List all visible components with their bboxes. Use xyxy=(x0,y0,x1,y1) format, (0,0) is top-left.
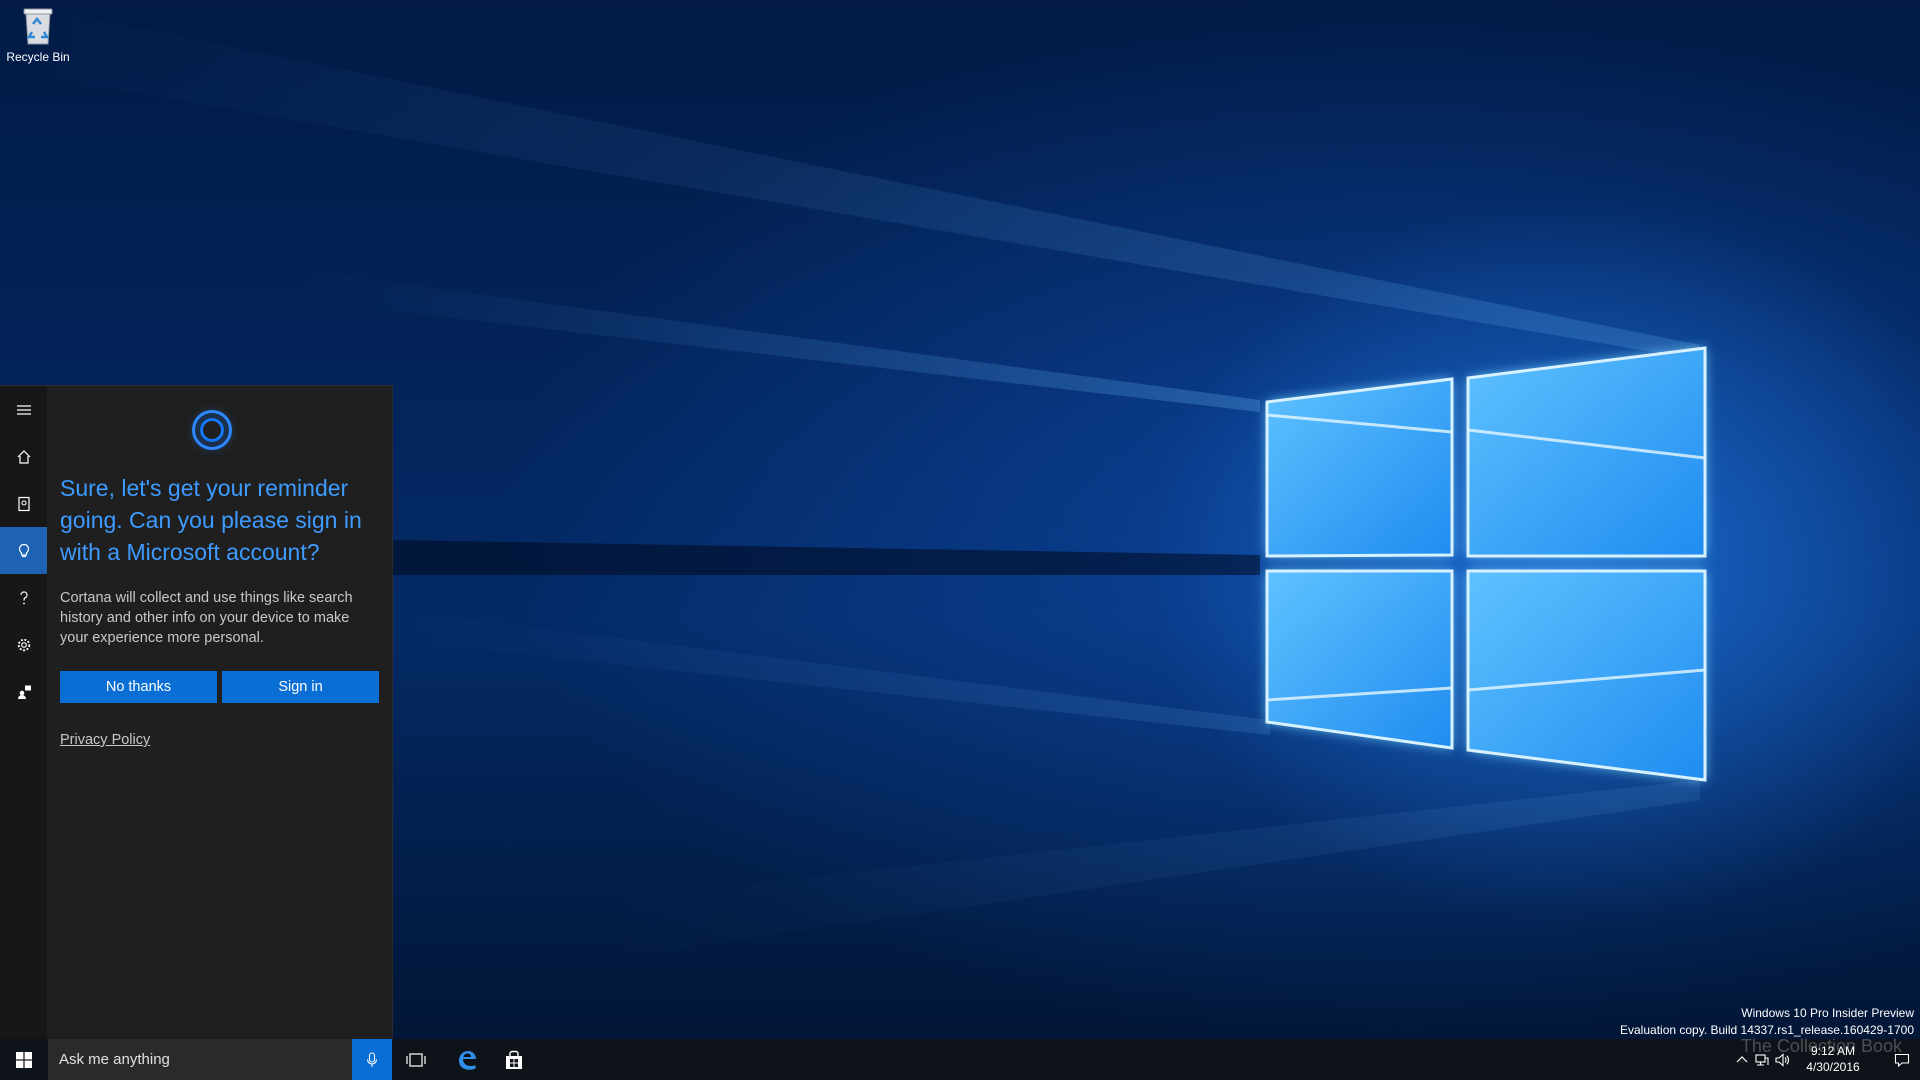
overlay-watermark-text: The Collection Book xyxy=(1740,1036,1902,1056)
reminders-lightbulb-icon xyxy=(18,543,29,557)
recycle-bin-shortcut[interactable]: Recycle Bin xyxy=(2,6,74,64)
privacy-policy-link[interactable]: Privacy Policy xyxy=(60,732,150,748)
settings-gear-icon xyxy=(17,638,30,651)
microphone-button[interactable] xyxy=(352,1039,392,1080)
microphone-icon xyxy=(366,1051,378,1067)
clock-date: 4/30/2016 xyxy=(1806,1060,1860,1074)
cortana-logo-icon xyxy=(195,413,229,447)
notebook-icon xyxy=(17,496,30,511)
no-thanks-button[interactable]: No thanks xyxy=(60,671,217,703)
hamburger-menu-button[interactable] xyxy=(0,386,47,433)
edge-icon xyxy=(459,1050,476,1070)
cortana-headline: Sure, let's get your reminder going. Can… xyxy=(60,475,362,565)
sign-in-button[interactable]: Sign in xyxy=(222,671,379,703)
store-icon xyxy=(506,1050,522,1069)
task-view-button[interactable] xyxy=(392,1039,440,1080)
recycle-bin-icon xyxy=(23,8,53,45)
home-button[interactable] xyxy=(0,433,47,480)
notebook-button[interactable] xyxy=(0,480,47,527)
evaluation-watermark: Windows 10 Pro Insider Preview Evaluatio… xyxy=(1620,1005,1914,1039)
help-icon xyxy=(19,590,28,604)
help-button[interactable] xyxy=(0,574,47,621)
recycle-bin-label: Recycle Bin xyxy=(6,50,70,64)
cortana-side-rail xyxy=(0,386,47,1040)
edge-browser-button[interactable] xyxy=(443,1039,491,1080)
watermark-edition: Windows 10 Pro Insider Preview xyxy=(1741,1006,1914,1020)
settings-button[interactable] xyxy=(0,621,47,668)
taskbar: Ask me anything 9:12 AM 4/30/2016 xyxy=(0,1039,1920,1080)
store-button[interactable] xyxy=(490,1039,538,1080)
feedback-button[interactable] xyxy=(0,668,47,715)
home-icon xyxy=(17,449,30,464)
cortana-description: Cortana will collect and use things like… xyxy=(60,590,353,646)
search-placeholder: Ask me anything xyxy=(59,1051,170,1068)
cortana-panel: Sure, let's get your reminder going. Can… xyxy=(0,385,393,1040)
start-button[interactable] xyxy=(0,1039,48,1080)
windows-logo-icon xyxy=(16,1051,32,1068)
cortana-search-box[interactable]: Ask me anything xyxy=(48,1039,352,1080)
task-view-icon xyxy=(406,1052,426,1067)
feedback-icon xyxy=(17,685,31,699)
reminders-button[interactable] xyxy=(0,527,47,574)
hamburger-menu-icon xyxy=(16,404,31,415)
